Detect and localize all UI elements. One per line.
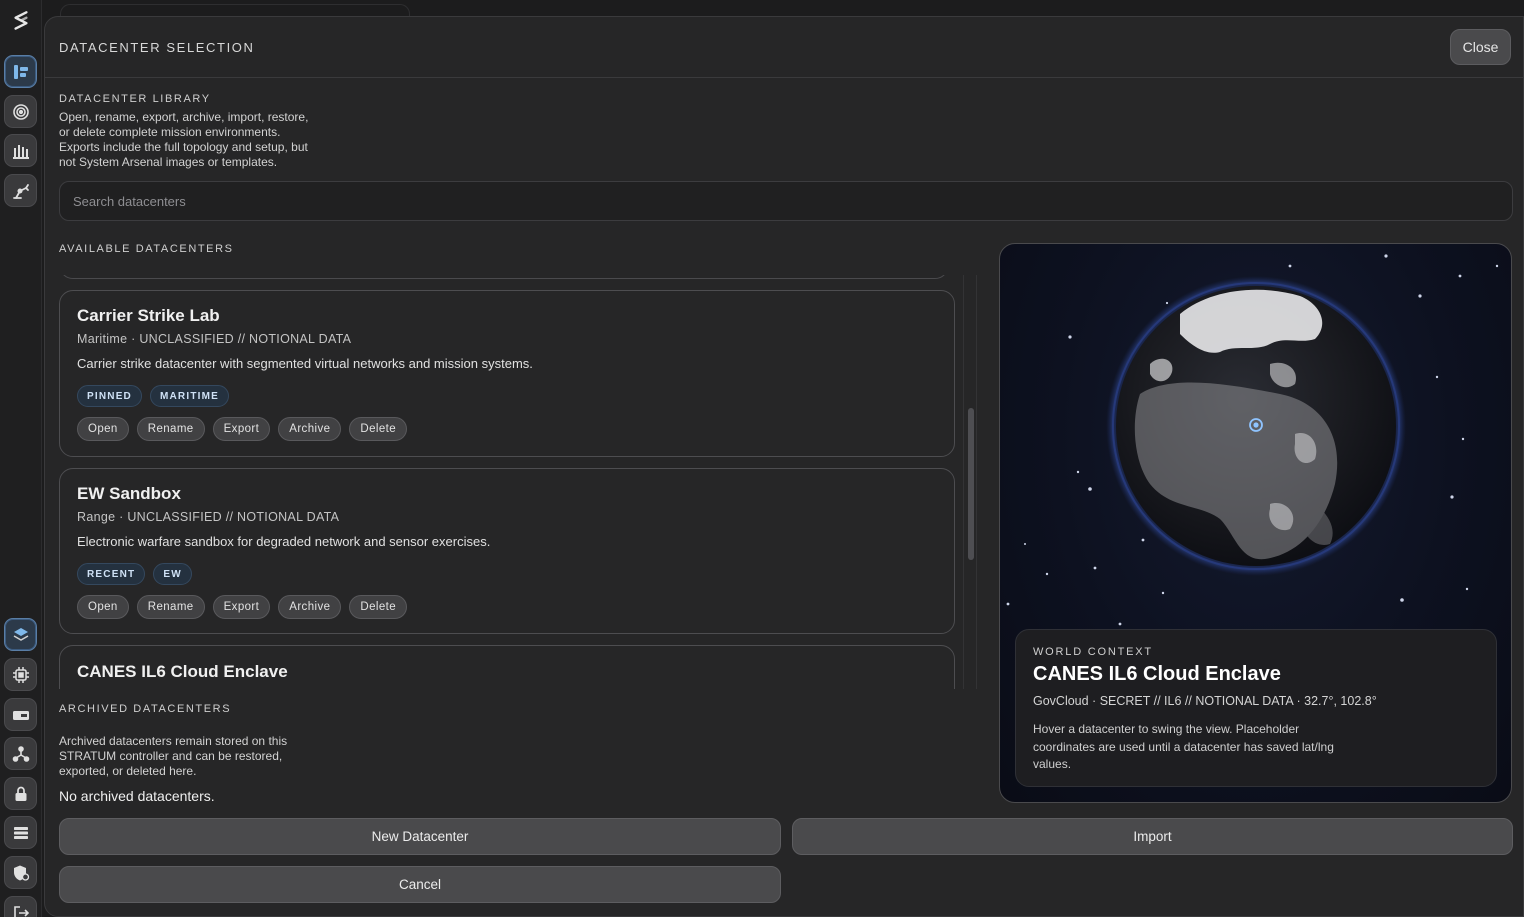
new-datacenter-button[interactable]: New Datacenter xyxy=(59,818,781,855)
world-context-label: WORLD CONTEXT xyxy=(1033,646,1153,658)
rename-button[interactable]: Rename xyxy=(136,595,205,619)
logout-icon[interactable] xyxy=(4,896,37,917)
stratum-logo-icon xyxy=(7,8,35,36)
library-label: DATACENTER LIBRARY xyxy=(59,93,211,105)
archived-label: ARCHIVED DATACENTERS xyxy=(59,703,232,715)
open-button[interactable]: Open xyxy=(77,595,129,619)
world-context-description: Hover a datacenter to swing the view. Pl… xyxy=(1033,722,1334,771)
datacenter-list[interactable]: Carrier Strike Lab Maritime · UNCLASSIFI… xyxy=(59,275,963,689)
modal-header: DATACENTER SELECTION Close xyxy=(45,17,1523,78)
card-tags: PINNED MARITIME xyxy=(77,385,230,407)
world-context-meta: GovCloud · SECRET // IL6 // NOTIONAL DAT… xyxy=(1033,694,1377,708)
datacenter-card[interactable]: Carrier Strike Lab Maritime · UNCLASSIFI… xyxy=(59,290,955,457)
archive-button[interactable]: Archive xyxy=(278,417,342,441)
export-button[interactable]: Export xyxy=(212,417,271,441)
archived-empty-text: No archived datacenters. xyxy=(59,788,215,804)
topology-icon[interactable] xyxy=(4,55,37,88)
world-context-title: CANES IL6 Cloud Enclave xyxy=(1033,663,1281,685)
modal-title: DATACENTER SELECTION xyxy=(59,40,255,55)
available-label: AVAILABLE DATACENTERS xyxy=(59,243,234,255)
background-panel-edge xyxy=(60,4,410,16)
cancel-button[interactable]: Cancel xyxy=(59,866,781,903)
tag-badge: MARITIME xyxy=(149,385,230,407)
card-title: EW Sandbox xyxy=(77,484,181,503)
robot-arm-icon[interactable] xyxy=(4,174,37,207)
layers-icon[interactable] xyxy=(4,618,37,651)
list-scrollbar[interactable] xyxy=(963,275,977,689)
search-input[interactable] xyxy=(59,181,1513,221)
world-context-card: WORLD CONTEXT CANES IL6 Cloud Enclave Go… xyxy=(1015,629,1497,787)
open-button[interactable]: Open xyxy=(77,417,129,441)
lock-icon[interactable] xyxy=(4,777,37,810)
shield-icon[interactable] xyxy=(4,856,37,889)
card-title: Carrier Strike Lab xyxy=(77,306,220,325)
storage-icon[interactable] xyxy=(4,698,37,731)
datacenter-card[interactable]: CANES IL6 Cloud Enclave xyxy=(59,645,955,689)
left-rail xyxy=(0,0,42,917)
archive-button[interactable]: Archive xyxy=(278,595,342,619)
import-button[interactable]: Import xyxy=(792,818,1513,855)
tag-badge: PINNED xyxy=(77,385,142,407)
card-title: CANES IL6 Cloud Enclave xyxy=(77,662,288,681)
network-icon[interactable] xyxy=(4,737,37,770)
globe-view[interactable] xyxy=(1000,244,1512,684)
card-meta: Maritime · UNCLASSIFIED // NOTIONAL DATA xyxy=(77,332,352,346)
chip-icon[interactable] xyxy=(4,658,37,691)
delete-button[interactable]: Delete xyxy=(349,595,408,619)
card-actions: Open Rename Export Archive Delete xyxy=(77,595,408,619)
archived-description: Archived datacenters remain stored on th… xyxy=(59,734,288,778)
rename-button[interactable]: Rename xyxy=(136,417,205,441)
target-icon[interactable] xyxy=(4,95,37,128)
world-context-panel[interactable]: WORLD CONTEXT CANES IL6 Cloud Enclave Go… xyxy=(999,243,1512,803)
card-description: Carrier strike datacenter with segmented… xyxy=(77,356,533,371)
arsenal-icon[interactable] xyxy=(4,134,37,167)
card-description: Electronic warfare sandbox for degraded … xyxy=(77,534,491,549)
list-item[interactable] xyxy=(59,275,949,279)
tag-badge: RECENT xyxy=(77,563,146,585)
datacenter-card[interactable]: EW Sandbox Range · UNCLASSIFIED // NOTIO… xyxy=(59,468,955,634)
scrollbar-thumb[interactable] xyxy=(968,408,974,560)
datacenter-selection-modal: DATACENTER SELECTION Close DATACENTER LI… xyxy=(44,16,1524,917)
card-meta: Range · UNCLASSIFIED // NOTIONAL DATA xyxy=(77,510,340,524)
delete-button[interactable]: Delete xyxy=(349,417,408,441)
tag-badge: EW xyxy=(153,563,192,585)
export-button[interactable]: Export xyxy=(212,595,271,619)
close-button[interactable]: Close xyxy=(1450,29,1511,65)
card-actions: Open Rename Export Archive Delete xyxy=(77,417,408,441)
list-icon[interactable] xyxy=(4,816,37,849)
card-tags: RECENT EW xyxy=(77,563,192,585)
library-description: Open, rename, export, archive, import, r… xyxy=(59,110,309,169)
